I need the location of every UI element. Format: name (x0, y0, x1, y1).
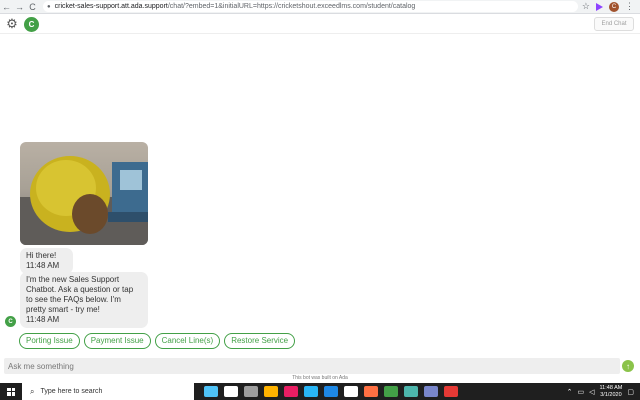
quick-reply-cancel-lines[interactable]: Cancel Line(s) (154, 333, 221, 349)
tray-chevron-icon[interactable]: ⌃ (567, 388, 573, 396)
bot-message: I'm the new Sales Support Chatbot. Ask a… (20, 272, 148, 328)
search-icon: ⌕ (30, 386, 35, 396)
taskbar-search-box[interactable]: ⌕ Type here to search (22, 383, 194, 400)
quick-replies: Porting Issue Payment Issue Cancel Line(… (19, 333, 296, 349)
taskbar-apps (204, 386, 458, 397)
chat-input-row: ↑ (0, 357, 640, 375)
taskbar-app-icon[interactable] (444, 386, 458, 397)
windows-start-icon[interactable] (0, 383, 22, 400)
windows-taskbar: ⌕ Type here to search ⌃ ▭ ◁ 11:48 AM 3/1… (0, 383, 640, 400)
tray-date: 3/1/2020 (600, 391, 622, 398)
system-tray: ⌃ ▭ ◁ 11:48 AM 3/1/2020 ▢ (567, 385, 640, 399)
url-path: /chat/?embed=1&initialURL=https://cricke… (167, 3, 416, 10)
taskbar-app-icon[interactable] (244, 386, 258, 397)
send-arrow-icon[interactable]: ↑ (622, 360, 634, 372)
taskbar-app-icon[interactable] (204, 386, 218, 397)
end-chat-button[interactable]: End Chat (594, 17, 634, 31)
welcome-image-graphic (20, 156, 148, 245)
taskbar-search-placeholder: Type here to search (40, 388, 103, 395)
network-icon[interactable]: ▭ (578, 388, 585, 396)
back-icon[interactable]: ← (0, 0, 13, 13)
bot-avatar: C (5, 316, 16, 327)
taskbar-app-icon[interactable] (324, 386, 338, 397)
notification-icon[interactable]: ▢ (627, 388, 634, 396)
taskbar-app-icon[interactable] (304, 386, 318, 397)
tray-time: 11:48 AM (599, 384, 623, 391)
taskbar-app-icon[interactable] (384, 386, 398, 397)
chat-header: ⚙ C End Chat (0, 14, 640, 34)
message-text: I'm the new Sales Support Chatbot. Ask a… (26, 275, 134, 314)
quick-reply-payment-issue[interactable]: Payment Issue (83, 333, 151, 349)
address-bar[interactable]: ● cricket-sales-support.att.ada.support /… (43, 1, 578, 12)
reload-icon[interactable]: C (26, 0, 39, 13)
volume-icon[interactable]: ◁ (589, 388, 594, 396)
bot-message: Hi there! 11:48 AM (20, 248, 73, 274)
url-host: cricket-sales-support.att.ada.support (54, 3, 168, 10)
extension-icon[interactable] (596, 2, 603, 11)
message-timestamp: 11:48 AM (26, 261, 60, 270)
settings-gear-icon[interactable]: ⚙ (5, 17, 19, 31)
taskbar-app-icon[interactable] (404, 386, 418, 397)
message-timestamp: 11:48 AM (26, 315, 60, 324)
taskbar-app-icon[interactable] (224, 386, 238, 397)
forward-icon[interactable]: → (13, 0, 26, 13)
message-text: Hi there! (26, 251, 57, 260)
quick-reply-restore-service[interactable]: Restore Service (224, 333, 296, 349)
page: ← → C ● cricket-sales-support.att.ada.su… (0, 0, 640, 400)
profile-avatar[interactable]: C (609, 1, 619, 12)
welcome-image (20, 142, 148, 245)
taskbar-app-icon[interactable] (264, 386, 278, 397)
browser-toolbar: ← → C ● cricket-sales-support.att.ada.su… (0, 0, 640, 14)
lock-icon: ● (47, 3, 51, 10)
browser-actions: ☆ C ⋮ (582, 1, 640, 12)
bookmark-star-icon[interactable]: ☆ (582, 1, 590, 12)
taskbar-app-icon[interactable] (364, 386, 378, 397)
chat-message-input[interactable] (4, 358, 620, 374)
powered-by-note: This bot was built on Ada (292, 375, 348, 381)
taskbar-app-icon[interactable] (284, 386, 298, 397)
browser-menu-icon[interactable]: ⋮ (625, 2, 634, 11)
taskbar-app-icon[interactable] (344, 386, 358, 397)
tray-clock[interactable]: 11:48 AM 3/1/2020 (600, 385, 623, 399)
taskbar-app-icon[interactable] (424, 386, 438, 397)
quick-reply-porting-issue[interactable]: Porting Issue (19, 333, 80, 349)
bot-header-avatar: C (24, 17, 39, 32)
